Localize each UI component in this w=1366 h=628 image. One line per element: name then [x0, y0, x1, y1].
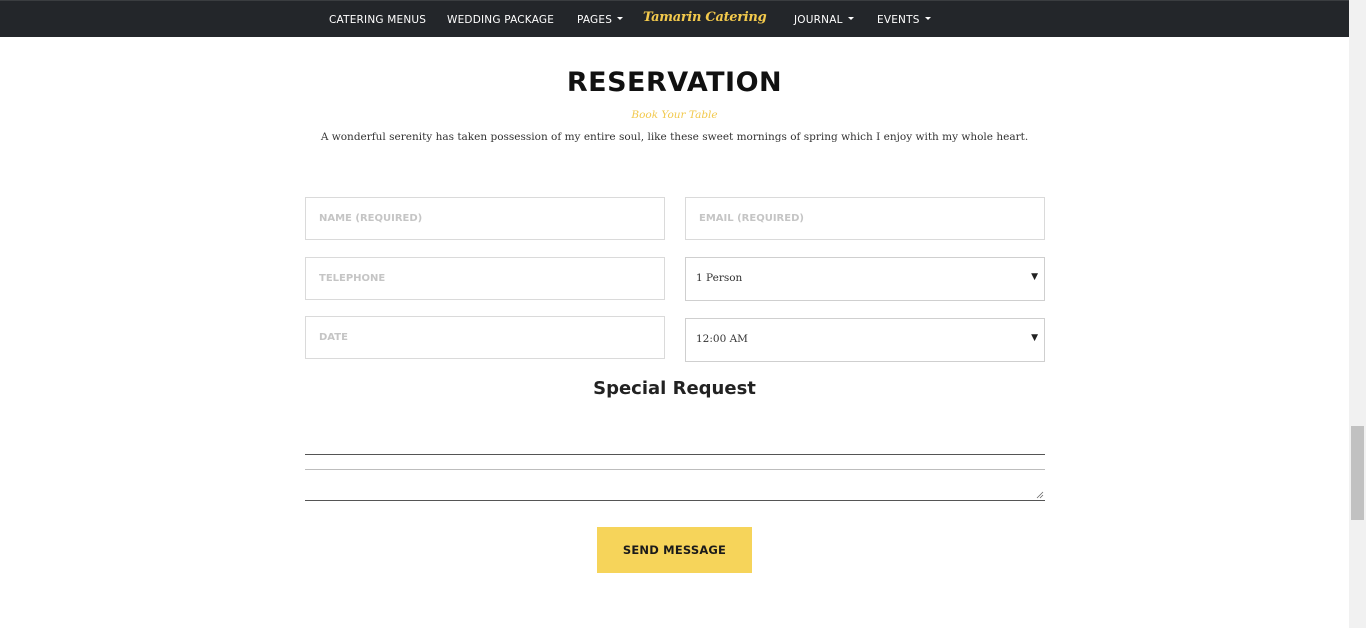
- caret-down-icon: [924, 16, 931, 20]
- triangle-down-icon: ▼: [1031, 272, 1038, 282]
- name-field: [305, 197, 665, 240]
- time-select[interactable]: 12:00 AM ▼: [685, 318, 1045, 362]
- email-input[interactable]: [686, 198, 1044, 239]
- nav-item-label: PAGES: [577, 14, 613, 26]
- nav-item-label: WEDDING PACKAGE: [447, 14, 555, 26]
- special-request-title: Special Request: [593, 378, 756, 399]
- textarea-divider: [305, 469, 1045, 470]
- section-title: RESERVATION: [566, 67, 783, 98]
- date-input[interactable]: [306, 317, 664, 358]
- email-field: [685, 197, 1045, 240]
- time-select-value: 12:00 AM: [696, 333, 748, 345]
- section-subtitle: Book Your Table: [631, 109, 718, 121]
- caret-down-icon: [617, 16, 624, 20]
- nav-item-label: CATERING MENUS: [329, 14, 427, 26]
- nav-item-label: JOURNAL: [794, 14, 843, 26]
- telephone-field: [305, 257, 665, 300]
- caret-down-icon: [847, 16, 854, 20]
- top-navbar: CATERING MENUS WEDDING PACKAGE PAGES Tam…: [0, 0, 1349, 37]
- brand-logo[interactable]: Tamarin Catering: [643, 10, 767, 25]
- persons-select[interactable]: 1 Person ▼: [685, 257, 1045, 301]
- name-input[interactable]: [306, 198, 664, 239]
- page: CATERING MENUS WEDDING PACKAGE PAGES Tam…: [0, 0, 1366, 628]
- nav-item-catering-menus[interactable]: CATERING MENUS: [329, 13, 426, 27]
- resize-handle-icon[interactable]: [1036, 491, 1044, 499]
- nav-item-journal[interactable]: JOURNAL: [794, 13, 854, 27]
- nav-item-wedding-package[interactable]: WEDDING PACKAGE: [447, 13, 554, 27]
- scrollbar-track[interactable]: [1349, 0, 1366, 628]
- date-field: [305, 316, 665, 359]
- nav-item-label: EVENTS: [877, 14, 920, 26]
- telephone-input[interactable]: [306, 258, 664, 299]
- nav-item-events[interactable]: EVENTS: [877, 13, 931, 27]
- nav-item-pages[interactable]: PAGES: [577, 13, 624, 27]
- special-request-textarea[interactable]: [305, 454, 1045, 501]
- triangle-down-icon: ▼: [1031, 333, 1038, 343]
- section-intro: A wonderful serenity has taken possessio…: [320, 131, 1029, 143]
- send-message-button[interactable]: SEND MESSAGE: [597, 527, 752, 573]
- persons-select-value: 1 Person: [696, 272, 743, 284]
- scrollbar-thumb[interactable]: [1351, 426, 1364, 520]
